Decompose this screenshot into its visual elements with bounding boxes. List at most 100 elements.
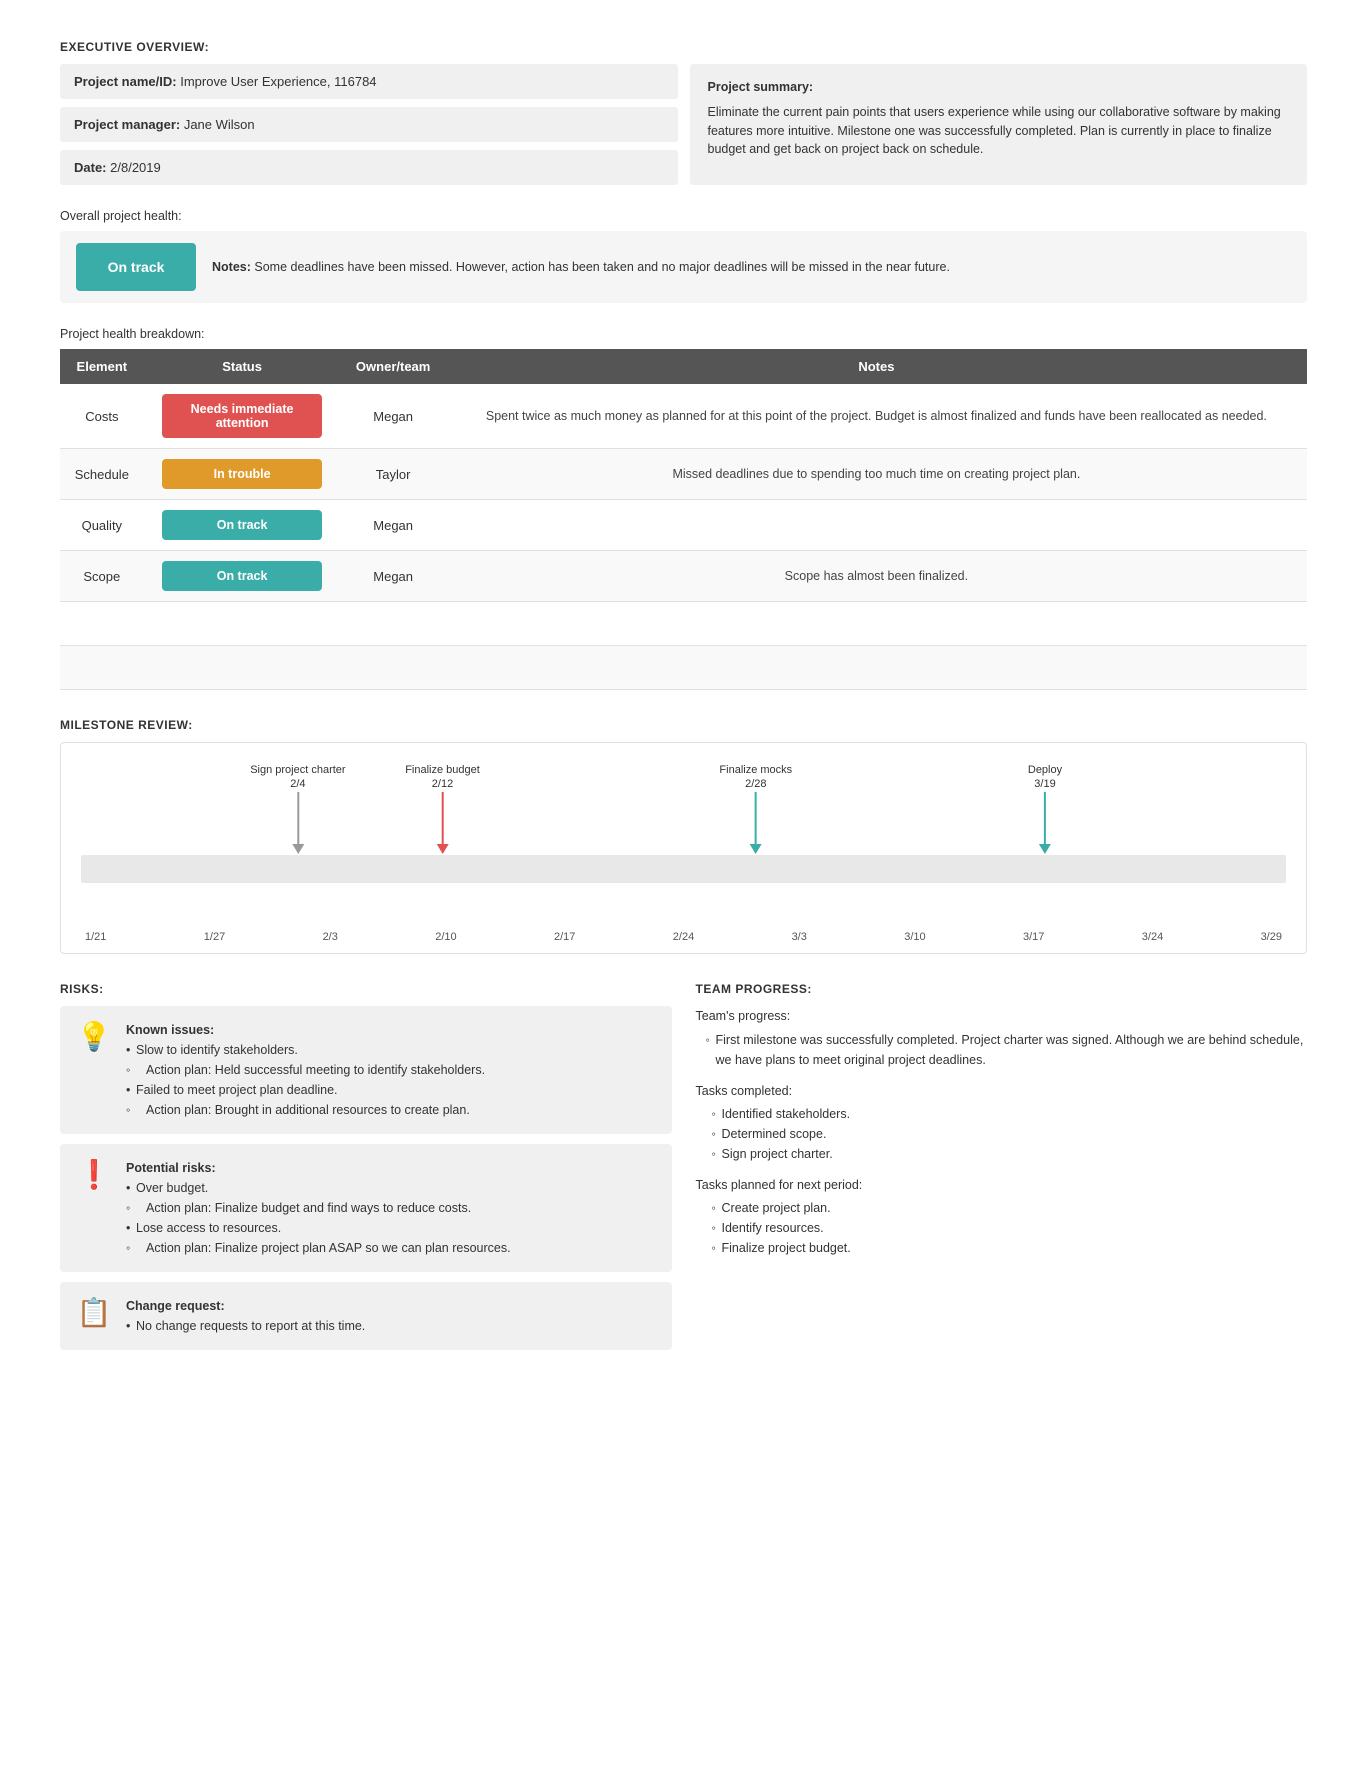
status-badge: Needs immediate attention bbox=[162, 394, 322, 438]
risk-point: Failed to meet project plan deadline. bbox=[126, 1080, 485, 1100]
breakdown-row: Costs Needs immediate attention Megan Sp… bbox=[60, 384, 1307, 449]
milestone-line bbox=[755, 792, 757, 844]
executive-overview: EXECUTIVE OVERVIEW: Project name/ID: Imp… bbox=[60, 40, 1307, 185]
executive-overview-grid: Project name/ID: Improve User Experience… bbox=[60, 64, 1307, 185]
element-cell: Costs bbox=[60, 384, 144, 449]
overall-health-label: Overall project health: bbox=[60, 209, 1307, 223]
health-notes-text: Some deadlines have been missed. However… bbox=[254, 260, 950, 274]
milestone-line bbox=[1044, 792, 1046, 844]
status-badge: On track bbox=[162, 561, 322, 591]
owner-cell: Megan bbox=[341, 500, 446, 551]
milestone-date: 2/28 bbox=[745, 778, 766, 790]
breakdown-row bbox=[60, 646, 1307, 690]
x-axis-label: 3/3 bbox=[792, 931, 807, 943]
breakdown-section-title: Project health breakdown: bbox=[60, 327, 1307, 341]
risk-points: No change requests to report at this tim… bbox=[126, 1316, 365, 1336]
risk-point: Action plan: Finalize project plan ASAP … bbox=[126, 1238, 511, 1258]
risk-item: 📋 Change request: No change requests to … bbox=[60, 1282, 672, 1350]
risk-point: Lose access to resources. bbox=[126, 1218, 511, 1238]
completed-task: Sign project charter. bbox=[712, 1144, 1308, 1164]
x-axis-label: 1/27 bbox=[204, 931, 225, 943]
breakdown-row bbox=[60, 602, 1307, 646]
element-cell: Scope bbox=[60, 551, 144, 602]
empty-cell bbox=[144, 602, 341, 646]
bottom-section: RISKS: 💡 Known issues: Slow to identify … bbox=[60, 982, 1307, 1360]
tasks-completed-label: Tasks completed: bbox=[696, 1084, 1308, 1098]
risk-content: Potential risks: Over budget.Action plan… bbox=[126, 1158, 511, 1258]
breakdown-row: Scope On track Megan Scope has almost be… bbox=[60, 551, 1307, 602]
breakdown-header-row: Element Status Owner/team Notes bbox=[60, 349, 1307, 384]
x-axis: 1/211/272/32/102/172/243/33/103/173/243/… bbox=[81, 931, 1286, 943]
notes-cell: Missed deadlines due to spending too muc… bbox=[446, 449, 1307, 500]
health-badge: On track bbox=[76, 243, 196, 291]
project-name-label: Project name/ID: bbox=[74, 74, 177, 89]
owner-cell: Megan bbox=[341, 551, 446, 602]
health-notes-label: Notes: bbox=[212, 260, 251, 274]
risk-icon: 📋 bbox=[76, 1296, 112, 1329]
col-status: Status bbox=[144, 349, 341, 384]
risk-points: Over budget.Action plan: Finalize budget… bbox=[126, 1178, 511, 1258]
x-axis-label: 3/17 bbox=[1023, 931, 1044, 943]
col-notes: Notes bbox=[446, 349, 1307, 384]
milestone-chart: Sign project charter 2/4 Finalize budget… bbox=[60, 742, 1307, 954]
status-badge: In trouble bbox=[162, 459, 322, 489]
milestone-label: Deploy bbox=[1028, 763, 1062, 777]
x-axis-label: 1/21 bbox=[85, 931, 106, 943]
milestone-section: MILESTONE REVIEW: Sign project charter 2… bbox=[60, 718, 1307, 954]
element-cell: Quality bbox=[60, 500, 144, 551]
status-cell: On track bbox=[144, 500, 341, 551]
risk-item: 💡 Known issues: Slow to identify stakeho… bbox=[60, 1006, 672, 1134]
milestone-line bbox=[441, 792, 443, 844]
project-summary-label: Project summary: bbox=[708, 78, 1290, 97]
milestone-marker: Deploy 3/19 bbox=[1028, 763, 1062, 854]
health-notes: Notes: Some deadlines have been missed. … bbox=[212, 258, 1291, 277]
risk-points: Slow to identify stakeholders.Action pla… bbox=[126, 1040, 485, 1120]
owner-cell: Taylor bbox=[341, 449, 446, 500]
empty-cell bbox=[446, 646, 1307, 690]
empty-cell bbox=[60, 646, 144, 690]
status-cell: Needs immediate attention bbox=[144, 384, 341, 449]
milestone-marker: Finalize mocks 2/28 bbox=[719, 763, 792, 854]
x-axis-label: 2/3 bbox=[323, 931, 338, 943]
executive-overview-title: EXECUTIVE OVERVIEW: bbox=[60, 40, 1307, 54]
planned-task: Identify resources. bbox=[712, 1218, 1308, 1238]
exec-left-panel: Project name/ID: Improve User Experience… bbox=[60, 64, 678, 185]
notes-cell: Scope has almost been finalized. bbox=[446, 551, 1307, 602]
team-progress-section: TEAM PROGRESS: Team's progress: First mi… bbox=[696, 982, 1308, 1360]
milestone-marker: Finalize budget 2/12 bbox=[405, 763, 480, 854]
team-progress-list: First milestone was successfully complet… bbox=[696, 1030, 1308, 1070]
risks-title: RISKS: bbox=[60, 982, 672, 996]
risk-item: ❗ Potential risks: Over budget.Action pl… bbox=[60, 1144, 672, 1272]
status-cell: In trouble bbox=[144, 449, 341, 500]
milestone-arrowhead bbox=[750, 844, 762, 854]
col-owner: Owner/team bbox=[341, 349, 446, 384]
tasks-planned-list: Create project plan.Identify resources.F… bbox=[696, 1198, 1308, 1258]
breakdown-row: Schedule In trouble Taylor Missed deadli… bbox=[60, 449, 1307, 500]
col-element: Element bbox=[60, 349, 144, 384]
milestone-label: Finalize mocks bbox=[719, 763, 792, 777]
date-field: Date: 2/8/2019 bbox=[60, 150, 678, 185]
timeline-bar bbox=[81, 855, 1286, 883]
risk-point: Action plan: Held successful meeting to … bbox=[126, 1060, 485, 1080]
status-badge: On track bbox=[162, 510, 322, 540]
tasks-completed-section: Tasks completed: Identified stakeholders… bbox=[696, 1084, 1308, 1164]
breakdown-section: Project health breakdown: Element Status… bbox=[60, 327, 1307, 690]
x-axis-label: 3/29 bbox=[1261, 931, 1282, 943]
risks-section: RISKS: 💡 Known issues: Slow to identify … bbox=[60, 982, 672, 1360]
risk-icon: 💡 bbox=[76, 1020, 112, 1053]
milestone-label: Sign project charter bbox=[250, 763, 345, 777]
risk-point: Action plan: Brought in additional resou… bbox=[126, 1100, 485, 1120]
completed-task: Identified stakeholders. bbox=[712, 1104, 1308, 1124]
milestone-date: 3/19 bbox=[1034, 778, 1055, 790]
x-axis-label: 2/24 bbox=[673, 931, 694, 943]
milestone-arrowhead bbox=[1039, 844, 1051, 854]
completed-task: Determined scope. bbox=[712, 1124, 1308, 1144]
overall-health-section: Overall project health: On track Notes: … bbox=[60, 209, 1307, 303]
planned-task: Create project plan. bbox=[712, 1198, 1308, 1218]
empty-cell bbox=[144, 646, 341, 690]
element-cell: Schedule bbox=[60, 449, 144, 500]
risk-title: Change request: bbox=[126, 1296, 365, 1316]
team-progress-text: Team's progress: First milestone was suc… bbox=[696, 1006, 1308, 1070]
milestone-date: 2/12 bbox=[432, 778, 453, 790]
milestone-timeline: Sign project charter 2/4 Finalize budget… bbox=[81, 763, 1286, 923]
